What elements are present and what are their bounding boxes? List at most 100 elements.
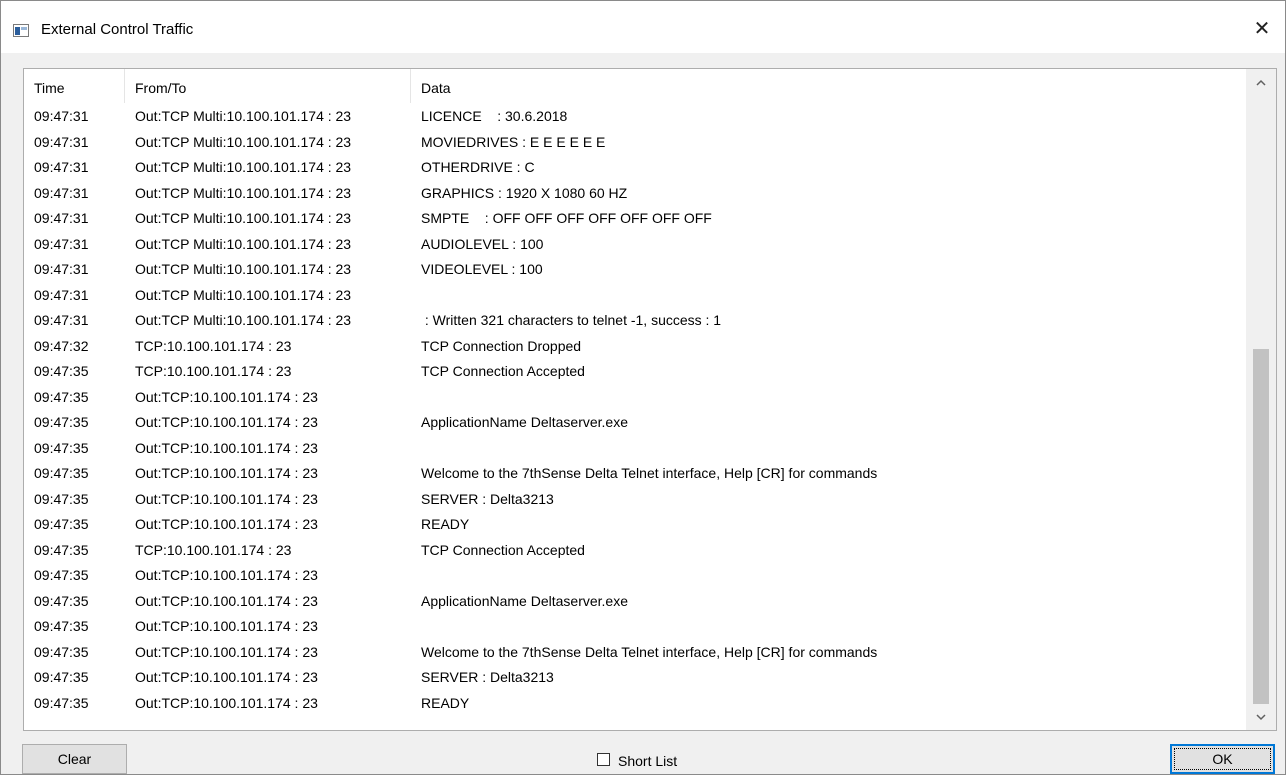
cell-data: GRAPHICS : 1920 X 1080 60 HZ: [421, 184, 628, 201]
vertical-scrollbar[interactable]: [1246, 69, 1276, 730]
table-row[interactable]: 09:47:35 Out:TCP:10.100.101.174 : 23 SERVE…: [24, 487, 1246, 513]
cell-from-to: Out:TCP:10.100.101.174 : 23: [135, 592, 318, 609]
cell-from-to: Out:TCP Multi:10.100.101.174 : 23: [135, 159, 352, 175]
cell-data: OTHERDRIVE : C: [421, 159, 535, 175]
cell-data: READY: [421, 694, 470, 711]
cell-time: 09:47:31: [34, 261, 89, 277]
cell-from-to: Out:TCP Multi:10.100.101.174 : 23: [135, 286, 352, 303]
cell-time: 09:47:35: [34, 388, 89, 405]
table-row[interactable]: 09:47:35 Out:TCP:10.100.101.174 : 23: [24, 436, 1246, 462]
column-header-from-to[interactable]: From/To: [125, 69, 411, 103]
cell-time: 09:47:35: [34, 516, 89, 532]
cell-data: SERVER : Delta3213: [421, 669, 554, 685]
cell-time: 09:47:31: [34, 133, 89, 150]
cell-from-to: Out:TCP:10.100.101.174 : 23: [135, 643, 318, 660]
cell-data: Welcome to the 7thSense Delta Telnet int…: [421, 465, 878, 481]
table-row[interactable]: 09:47:35 Out:TCP:10.100.101.174 : 23: [24, 385, 1246, 411]
cell-time: 09:47:31: [34, 159, 89, 175]
cell-from-to: Out:TCP Multi:10.100.101.174 : 23: [135, 184, 352, 201]
cell-data: SERVER : Delta3213: [421, 490, 554, 507]
cell-from-to: Out:TCP:10.100.101.174 : 23: [135, 618, 318, 634]
table-row[interactable]: 09:47:31 Out:TCP Multi:10.100.101.174 : 2…: [24, 206, 1246, 232]
column-header-data[interactable]: Data: [411, 69, 1246, 103]
scroll-up-arrow-icon[interactable]: [1246, 71, 1276, 93]
cell-time: 09:47:31: [34, 108, 89, 124]
cell-data: MOVIEDRIVES : E E E E E E: [421, 133, 606, 150]
cell-data: AUDIOLEVEL : 100: [421, 235, 544, 252]
cell-time: 09:47:35: [34, 669, 89, 685]
table-row[interactable]: 09:47:35 Out:TCP:10.100.101.174 : 23 Appli…: [24, 589, 1246, 615]
cell-time: 09:47:31: [34, 210, 89, 226]
table-row[interactable]: 09:47:35 Out:TCP:10.100.101.174 : 23 READY: [24, 512, 1246, 538]
cell-data: TCP Connection Accepted: [421, 541, 585, 558]
title-bar[interactable]: External Control Traffic ✕: [1, 1, 1285, 53]
table-row[interactable]: 09:47:35 Out:TCP:10.100.101.174 : 23 SERVE…: [24, 665, 1246, 691]
table-row[interactable]: 09:47:31 Out:TCP Multi:10.100.101.174 : 2…: [24, 104, 1246, 130]
table-row[interactable]: 09:47:31 Out:TCP Multi:10.100.101.174 : 2…: [24, 155, 1246, 181]
table-row[interactable]: 09:47:35 TCP:10.100.101.174 : 23 TCP Conne…: [24, 538, 1246, 564]
cell-from-to: TCP:10.100.101.174 : 23: [135, 363, 292, 379]
cell-from-to: Out:TCP:10.100.101.174 : 23: [135, 516, 318, 532]
table-row[interactable]: 09:47:31 Out:TCP Multi:10.100.101.174 : 2…: [24, 257, 1246, 283]
cell-time: 09:47:35: [34, 439, 89, 456]
cell-time: 09:47:35: [34, 465, 89, 481]
table-row[interactable]: 09:47:35 Out:TCP:10.100.101.174 : 23: [24, 563, 1246, 589]
cell-time: 09:47:35: [34, 414, 89, 430]
cell-from-to: Out:TCP Multi:10.100.101.174 : 23: [135, 312, 352, 328]
table-row[interactable]: 09:47:35 Out:TCP:10.100.101.174 : 23 Welco…: [24, 461, 1246, 487]
table-row[interactable]: 09:47:31 Out:TCP Multi:10.100.101.174 : 2…: [24, 283, 1246, 309]
column-header-time[interactable]: Time: [24, 69, 125, 103]
close-button[interactable]: ✕: [1239, 9, 1285, 49]
cell-from-to: Out:TCP:10.100.101.174 : 23: [135, 490, 318, 507]
cell-data: VIDEOLEVEL : 100: [421, 261, 543, 277]
cell-from-to: Out:TCP Multi:10.100.101.174 : 23: [135, 133, 352, 150]
cell-from-to: Out:TCP Multi:10.100.101.174 : 23: [135, 210, 352, 226]
cell-from-to: Out:TCP:10.100.101.174 : 23: [135, 388, 318, 405]
table-row[interactable]: 09:47:35 TCP:10.100.101.174 : 23 TCP Conne…: [24, 359, 1246, 385]
cell-data: READY: [421, 516, 470, 532]
cell-time: 09:47:35: [34, 618, 89, 634]
table-row[interactable]: 09:47:35 Out:TCP:10.100.101.174 : 23 Appli…: [24, 410, 1246, 436]
table-row[interactable]: 09:47:35 Out:TCP:10.100.101.174 : 23 READY: [24, 691, 1246, 717]
cell-data: : Written 321 characters to telnet -1, s…: [421, 312, 722, 328]
cell-time: 09:47:35: [34, 363, 89, 379]
cell-data: LICENCE : 30.6.2018: [421, 108, 568, 124]
dialog-window: External Control Traffic ✕ Time From/To …: [0, 0, 1286, 775]
cell-time: 09:47:35: [34, 541, 89, 558]
cell-data: ApplicationName Deltaserver.exe: [421, 414, 628, 430]
cell-from-to: Out:TCP:10.100.101.174 : 23: [135, 439, 318, 456]
app-icon: [13, 24, 29, 37]
short-list-label: Short List: [618, 753, 678, 769]
clear-button[interactable]: Clear: [22, 744, 127, 774]
table-row[interactable]: 09:47:31 Out:TCP Multi:10.100.101.174 : 2…: [24, 308, 1246, 334]
cell-time: 09:47:32: [34, 337, 89, 354]
cell-from-to: TCP:10.100.101.174 : 23: [135, 337, 292, 354]
ok-button[interactable]: OK: [1170, 744, 1275, 774]
cell-from-to: Out:TCP Multi:10.100.101.174 : 23: [135, 261, 352, 277]
scrollbar-thumb[interactable]: [1253, 349, 1269, 704]
cell-data: TCP Connection Accepted: [421, 363, 585, 379]
cell-data: ApplicationName Deltaserver.exe: [421, 592, 628, 609]
list-header: Time From/To Data: [24, 69, 1246, 103]
cell-from-to: Out:TCP:10.100.101.174 : 23: [135, 465, 318, 481]
focus-rectangle: [1174, 748, 1271, 770]
table-row[interactable]: 09:47:31 Out:TCP Multi:10.100.101.174 : 2…: [24, 130, 1246, 156]
table-row[interactable]: 09:47:35 Out:TCP:10.100.101.174 : 23: [24, 614, 1246, 640]
cell-from-to: Out:TCP Multi:10.100.101.174 : 23: [135, 235, 352, 252]
cell-from-to: Out:TCP:10.100.101.174 : 23: [135, 669, 318, 685]
table-row[interactable]: 09:47:31 Out:TCP Multi:10.100.101.174 : 2…: [24, 232, 1246, 258]
cell-from-to: Out:TCP:10.100.101.174 : 23: [135, 567, 318, 583]
short-list-checkbox[interactable]: [597, 753, 610, 766]
scroll-down-arrow-icon[interactable]: [1246, 706, 1276, 728]
traffic-list[interactable]: Time From/To Data 09:47:31 Out:TCP Multi:…: [23, 68, 1277, 731]
table-row[interactable]: 09:47:31 Out:TCP Multi:10.100.101.174 : 2…: [24, 181, 1246, 207]
table-row[interactable]: 09:47:35 Out:TCP:10.100.101.174 : 23 Welco…: [24, 640, 1246, 666]
cell-data: SMPTE : OFF OFF OFF OFF OFF OFF OFF: [421, 210, 712, 226]
window-title: External Control Traffic: [41, 21, 194, 38]
cell-time: 09:47:35: [34, 490, 89, 507]
cell-time: 09:47:35: [34, 694, 89, 711]
cell-data: TCP Connection Dropped: [421, 337, 582, 354]
cell-from-to: Out:TCP:10.100.101.174 : 23: [135, 694, 318, 711]
table-row[interactable]: 09:47:32 TCP:10.100.101.174 : 23 TCP Conne…: [24, 334, 1246, 360]
list-rows: 09:47:31 Out:TCP Multi:10.100.101.174 : 2…: [24, 104, 1246, 716]
